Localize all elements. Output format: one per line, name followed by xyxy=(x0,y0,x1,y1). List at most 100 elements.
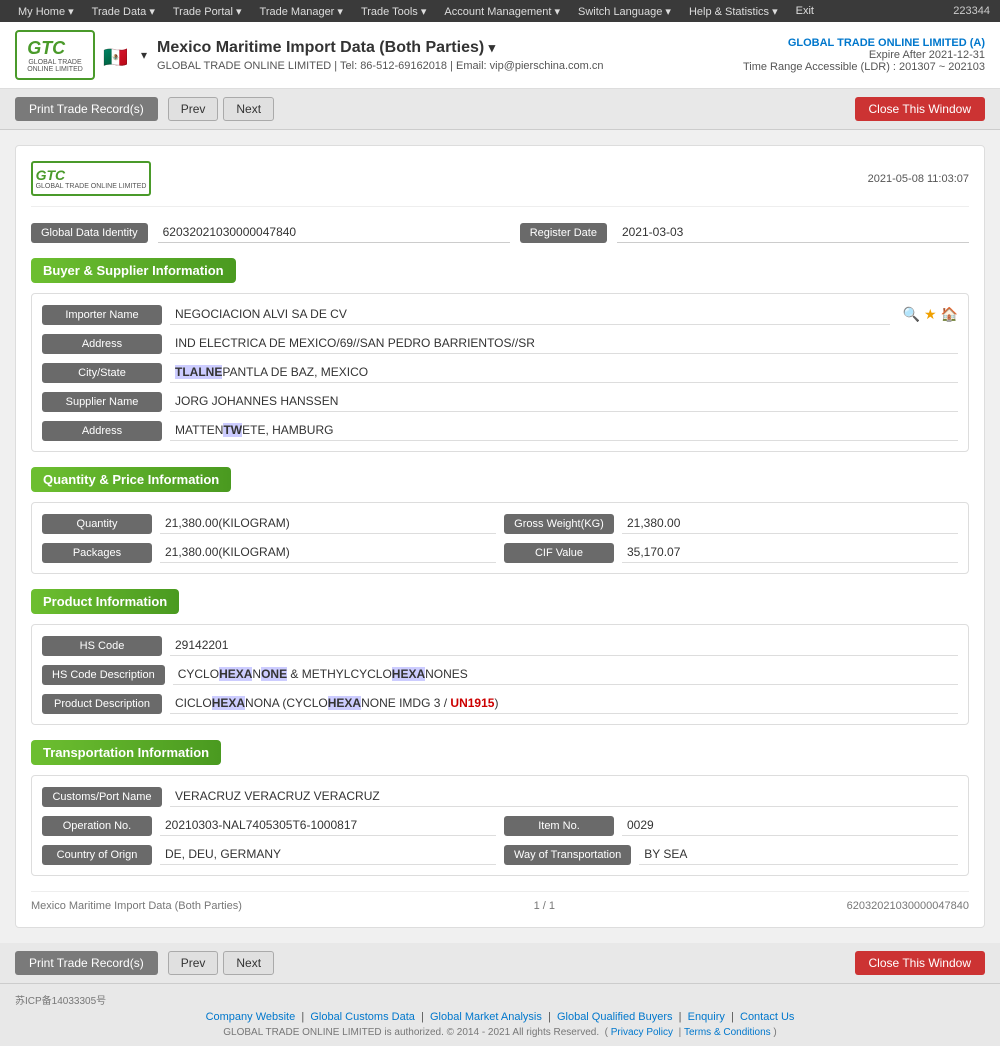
logo-area: GTC GLOBAL TRADEONLINE LIMITED 🇲🇽 ▾ xyxy=(15,30,147,80)
city-state-label: City/State xyxy=(42,363,162,383)
nav-my-home[interactable]: My Home ▾ xyxy=(10,3,82,20)
packages-label: Packages xyxy=(42,543,152,563)
flag-dropdown[interactable]: ▾ xyxy=(141,48,147,62)
qty-price-section: Quantity & Price Information Quantity 21… xyxy=(31,467,969,574)
product-desc-label: Product Description xyxy=(42,694,162,714)
item-no-value: 0029 xyxy=(622,815,958,836)
importer-name-label: Importer Name xyxy=(42,305,162,325)
nav-trade-tools[interactable]: Trade Tools ▾ xyxy=(353,3,434,20)
nav-account-management[interactable]: Account Management ▾ xyxy=(436,3,568,20)
card-logo-text: GTC xyxy=(36,167,147,183)
header-contact: GLOBAL TRADE ONLINE LIMITED | Tel: 86-51… xyxy=(157,60,743,72)
print-button-top[interactable]: Print Trade Record(s) xyxy=(15,97,158,121)
header-account: GLOBAL TRADE ONLINE LIMITED (A) Expire A… xyxy=(743,37,985,73)
global-data-identity-row: Global Data Identity 6203202103000004784… xyxy=(31,222,969,243)
hs-code-value: 29142201 xyxy=(170,635,958,656)
company-logo: GTC GLOBAL TRADEONLINE LIMITED xyxy=(15,30,95,80)
address1-label: Address xyxy=(42,334,162,354)
way-transport-group: Way of Transportation BY SEA xyxy=(504,844,958,865)
quantity-gross-row: Quantity 21,380.00(KILOGRAM) Gross Weigh… xyxy=(42,513,958,534)
hex3-highlight: HEXA xyxy=(392,667,425,681)
search-icon[interactable]: 🔍 xyxy=(903,306,920,323)
global-market-link[interactable]: Global Market Analysis xyxy=(430,1011,542,1023)
global-buyers-link[interactable]: Global Qualified Buyers xyxy=(557,1011,673,1023)
page-footer: 苏ICP备14033305号 Company Website | Global … xyxy=(0,984,1000,1046)
card-logo-sub: GLOBAL TRADE ONLINE LIMITED xyxy=(36,183,147,190)
hex1-highlight: HEXA xyxy=(219,667,252,681)
operation-label: Operation No. xyxy=(42,816,152,836)
star-icon[interactable]: ★ xyxy=(924,306,937,323)
product-desc-row: Product Description CICLOHEXANONA (CYCLO… xyxy=(42,693,958,714)
prev-button-bottom[interactable]: Prev xyxy=(168,951,219,975)
logo-sub: GLOBAL TRADEONLINE LIMITED xyxy=(27,59,83,73)
prev-button-top[interactable]: Prev xyxy=(168,97,219,121)
logo-text: GTC xyxy=(27,38,83,59)
title-dropdown-icon[interactable]: ▾ xyxy=(489,40,496,55)
operation-value: 20210303-NAL7405305T6-1000817 xyxy=(160,815,496,836)
gross-weight-label: Gross Weight(KG) xyxy=(504,514,614,534)
product-body: HS Code 29142201 HS Code Description CYC… xyxy=(31,624,969,725)
customs-label: Customs/Port Name xyxy=(42,787,162,807)
nav-help-statistics[interactable]: Help & Statistics ▾ xyxy=(681,3,786,20)
terms-conditions-link[interactable]: Terms & Conditions xyxy=(684,1027,771,1038)
city-highlight: TLALNE xyxy=(175,365,222,379)
global-data-identity-label: Global Data Identity xyxy=(31,223,148,243)
country-value: DE, DEU, GERMANY xyxy=(160,844,496,865)
nav-switch-language[interactable]: Switch Language ▾ xyxy=(570,3,679,20)
print-button-bottom[interactable]: Print Trade Record(s) xyxy=(15,951,158,975)
mexico-flag-icon: 🇲🇽 xyxy=(103,45,133,65)
country-label: Country of Orign xyxy=(42,845,152,865)
expire-date: Expire After 2021-12-31 xyxy=(743,49,985,61)
item-no-group: Item No. 0029 xyxy=(504,815,958,836)
country-group: Country of Orign DE, DEU, GERMANY xyxy=(42,844,496,865)
supplier-name-value: JORG JOHANNES HANSSEN xyxy=(170,391,958,412)
buyer-supplier-body: Importer Name NEGOCIACION ALVI SA DE CV … xyxy=(31,293,969,452)
hex5-highlight: HEXA xyxy=(328,696,361,710)
nav-buttons-bottom: Prev Next xyxy=(168,951,274,975)
footer-links: Company Website | Global Customs Data | … xyxy=(206,1011,795,1023)
address1-row: Address IND ELECTRICA DE MEXICO/69//SAN … xyxy=(42,333,958,354)
account-name-link[interactable]: GLOBAL TRADE ONLINE LIMITED (A) xyxy=(788,37,985,49)
hs-code-label: HS Code xyxy=(42,636,162,656)
importer-icons: 🔍 ★ 🏠 xyxy=(903,306,958,323)
operation-group: Operation No. 20210303-NAL7405305T6-1000… xyxy=(42,815,496,836)
product-desc-value: CICLOHEXANONA (CYCLOHEXANONE IMDG 3 / UN… xyxy=(170,693,958,714)
address2-value: MATTENTWETE, HAMBURG xyxy=(170,420,958,441)
nav-trade-data[interactable]: Trade Data ▾ xyxy=(84,3,163,20)
cif-value-label: CIF Value xyxy=(504,543,614,563)
card-footer-title: Mexico Maritime Import Data (Both Partie… xyxy=(31,900,242,912)
top-toolbar: Print Trade Record(s) Prev Next Close Th… xyxy=(0,89,1000,130)
close-button-top[interactable]: Close This Window xyxy=(855,97,985,121)
customs-value: VERACRUZ VERACRUZ VERACRUZ xyxy=(170,786,958,807)
nav-trade-manager[interactable]: Trade Manager ▾ xyxy=(252,3,351,20)
card-header: GTC GLOBAL TRADE ONLINE LIMITED 2021-05-… xyxy=(31,161,969,207)
city-state-row: City/State TLALNEPANTLA DE BAZ, MEXICO xyxy=(42,362,958,383)
hex4-highlight: HEXA xyxy=(212,696,245,710)
close-button-bottom[interactable]: Close This Window xyxy=(855,951,985,975)
hs-code-desc-row: HS Code Description CYCLOHEXANONE & METH… xyxy=(42,664,958,685)
register-date-label: Register Date xyxy=(520,223,607,243)
next-button-bottom[interactable]: Next xyxy=(223,951,274,975)
quantity-label: Quantity xyxy=(42,514,152,534)
hs-code-row: HS Code 29142201 xyxy=(42,635,958,656)
global-customs-link[interactable]: Global Customs Data xyxy=(310,1011,415,1023)
enquiry-link[interactable]: Enquiry xyxy=(688,1011,725,1023)
privacy-policy-link[interactable]: Privacy Policy xyxy=(611,1027,673,1038)
icp-number: 苏ICP备14033305号 xyxy=(15,996,106,1007)
address2-row: Address MATTENTWETE, HAMBURG xyxy=(42,420,958,441)
importer-name-value: NEGOCIACION ALVI SA DE CV xyxy=(170,304,890,325)
cif-value-value: 35,170.07 xyxy=(622,542,958,563)
operation-item-row: Operation No. 20210303-NAL7405305T6-1000… xyxy=(42,815,958,836)
address2-label: Address xyxy=(42,421,162,441)
contact-us-link[interactable]: Contact Us xyxy=(740,1011,794,1023)
nav-exit[interactable]: Exit xyxy=(788,3,822,20)
cif-value-group: CIF Value 35,170.07 xyxy=(504,542,958,563)
next-button-top[interactable]: Next xyxy=(223,97,274,121)
item-no-label: Item No. xyxy=(504,816,614,836)
home-icon[interactable]: 🏠 xyxy=(941,306,958,323)
supplier-name-row: Supplier Name JORG JOHANNES HANSSEN xyxy=(42,391,958,412)
nav-trade-portal[interactable]: Trade Portal ▾ xyxy=(165,3,250,20)
quantity-group: Quantity 21,380.00(KILOGRAM) xyxy=(42,513,496,534)
qty-price-header: Quantity & Price Information xyxy=(31,467,231,492)
company-website-link[interactable]: Company Website xyxy=(206,1011,296,1023)
